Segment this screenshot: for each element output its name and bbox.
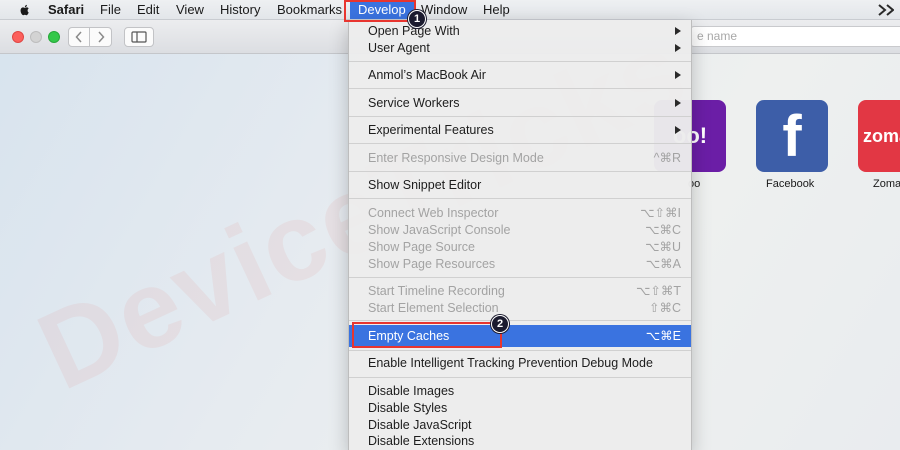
favorite-tile-text: zoma <box>863 125 900 146</box>
address-bar-input[interactable]: e name <box>690 26 900 47</box>
menu-item-empty-caches[interactable]: Empty Caches ⌥⌘E <box>349 325 691 347</box>
submenu-arrow-icon <box>675 126 681 134</box>
favorite-label-zomato: Zoma <box>873 178 900 190</box>
chevron-left-icon <box>75 31 82 43</box>
menu-separator <box>349 198 691 199</box>
menu-separator <box>349 277 691 278</box>
menu-item-show-javascript-console: Show JavaScript Console ⌥⌘C <box>349 222 691 239</box>
menu-item-label: Enter Responsive Design Mode <box>368 151 544 165</box>
menu-separator <box>349 171 691 172</box>
status-extension-icon[interactable] <box>878 4 894 16</box>
menu-item-label: Empty Caches <box>368 329 450 343</box>
annotation-badge-step-1: 1 <box>408 10 426 28</box>
menu-item-shortcut: ⌥⌘C <box>645 223 681 237</box>
menu-window[interactable]: Window <box>421 2 467 18</box>
menu-item-shortcut: ⇧⌘C <box>648 301 681 315</box>
forward-button[interactable] <box>90 27 112 47</box>
favorite-tile-facebook[interactable]: f <box>756 100 828 172</box>
menu-item-label: Show Page Source <box>368 240 476 254</box>
menu-item-experimental-features[interactable]: Experimental Features <box>349 122 691 139</box>
menu-item-label: Start Timeline Recording <box>368 284 505 298</box>
menu-item-user-agent[interactable]: User Agent <box>349 40 691 57</box>
menu-bar: Safari File Edit View History Bookmarks … <box>0 0 900 20</box>
menu-item-label: Show JavaScript Console <box>368 223 511 237</box>
menu-separator <box>349 143 691 144</box>
menu-item-label: Service Workers <box>368 96 460 110</box>
menu-item-label: Disable JavaScript <box>368 418 472 432</box>
menu-separator <box>349 116 691 117</box>
menu-item-show-snippet-editor[interactable]: Show Snippet Editor <box>349 177 691 194</box>
submenu-arrow-icon <box>675 71 681 79</box>
menu-item-label: User Agent <box>368 41 430 55</box>
develop-menu: Open Page With User Agent Anmol’s MacBoo… <box>348 20 692 450</box>
menu-separator <box>349 88 691 89</box>
menu-item-responsive-design-mode: Enter Responsive Design Mode ^⌘R <box>349 150 691 167</box>
annotation-badge-step-2: 2 <box>491 315 509 333</box>
menu-item-disable-javascript[interactable]: Disable JavaScript <box>349 417 691 434</box>
menu-item-label: Connect Web Inspector <box>368 206 499 220</box>
menu-item-label: Disable Styles <box>368 401 448 415</box>
menu-item-itp-debug-mode[interactable]: Enable Intelligent Tracking Prevention D… <box>349 355 691 372</box>
menu-item-shortcut: ⌥⇧⌘I <box>640 206 681 220</box>
facebook-logo-icon: f <box>782 103 802 169</box>
submenu-arrow-icon <box>675 44 681 52</box>
menu-item-shortcut: ^⌘R <box>653 151 681 165</box>
apple-logo-icon[interactable] <box>18 3 32 17</box>
menu-item-label: Start Element Selection <box>368 301 499 315</box>
submenu-arrow-icon <box>675 27 681 35</box>
menu-item-open-page-with[interactable]: Open Page With <box>349 23 691 40</box>
menu-item-shortcut: ⌥⇧⌘T <box>635 284 681 298</box>
chevron-right-icon <box>97 31 105 43</box>
menu-item-device[interactable]: Anmol’s MacBook Air <box>349 67 691 84</box>
close-window-button[interactable] <box>12 31 24 43</box>
back-button[interactable] <box>68 27 90 47</box>
menu-item-label: Show Snippet Editor <box>368 178 482 192</box>
menu-separator <box>349 61 691 62</box>
menu-item-shortcut: ⌥⌘A <box>645 257 681 271</box>
zoom-window-button[interactable] <box>48 31 60 43</box>
menu-history[interactable]: History <box>220 2 260 18</box>
menu-item-label: Disable Extensions <box>368 434 475 448</box>
menu-help[interactable]: Help <box>483 2 510 18</box>
favorite-tile-zomato[interactable]: zoma <box>858 100 900 172</box>
menu-develop[interactable]: Develop <box>350 1 414 19</box>
menu-item-label: Enable Intelligent Tracking Prevention D… <box>368 356 653 370</box>
menu-item-label: Anmol’s MacBook Air <box>368 68 486 82</box>
menu-safari[interactable]: Safari <box>48 2 84 18</box>
menu-file[interactable]: File <box>100 2 121 18</box>
menu-item-start-timeline-recording: Start Timeline Recording ⌥⇧⌘T <box>349 283 691 300</box>
menu-item-disable-styles[interactable]: Disable Styles <box>349 400 691 417</box>
menu-item-start-element-selection: Start Element Selection ⇧⌘C <box>349 300 691 317</box>
menu-separator <box>349 350 691 351</box>
menu-item-disable-extensions[interactable]: Disable Extensions <box>349 433 691 450</box>
submenu-arrow-icon <box>675 99 681 107</box>
menu-view[interactable]: View <box>176 2 204 18</box>
show-sidebar-button[interactable] <box>124 27 154 47</box>
menu-item-shortcut: ⌥⌘U <box>645 240 681 254</box>
favorite-label-facebook: Facebook <box>766 178 815 190</box>
menu-item-label: Show Page Resources <box>368 257 496 271</box>
menu-item-disable-images[interactable]: Disable Images <box>349 383 691 400</box>
menu-item-service-workers[interactable]: Service Workers <box>349 95 691 112</box>
menu-separator <box>349 320 691 321</box>
minimize-window-button[interactable] <box>30 31 42 43</box>
menu-item-label: Experimental Features <box>368 123 494 137</box>
menu-item-show-page-source: Show Page Source ⌥⌘U <box>349 239 691 256</box>
menu-item-shortcut: ⌥⌘E <box>645 329 681 343</box>
menu-bookmarks[interactable]: Bookmarks <box>277 2 342 18</box>
menu-item-label: Disable Images <box>368 384 455 398</box>
menu-edit[interactable]: Edit <box>137 2 159 18</box>
menu-item-show-page-resources: Show Page Resources ⌥⌘A <box>349 256 691 273</box>
sidebar-icon <box>131 31 147 43</box>
menu-item-connect-web-inspector: Connect Web Inspector ⌥⇧⌘I <box>349 205 691 222</box>
menu-separator <box>349 377 691 378</box>
